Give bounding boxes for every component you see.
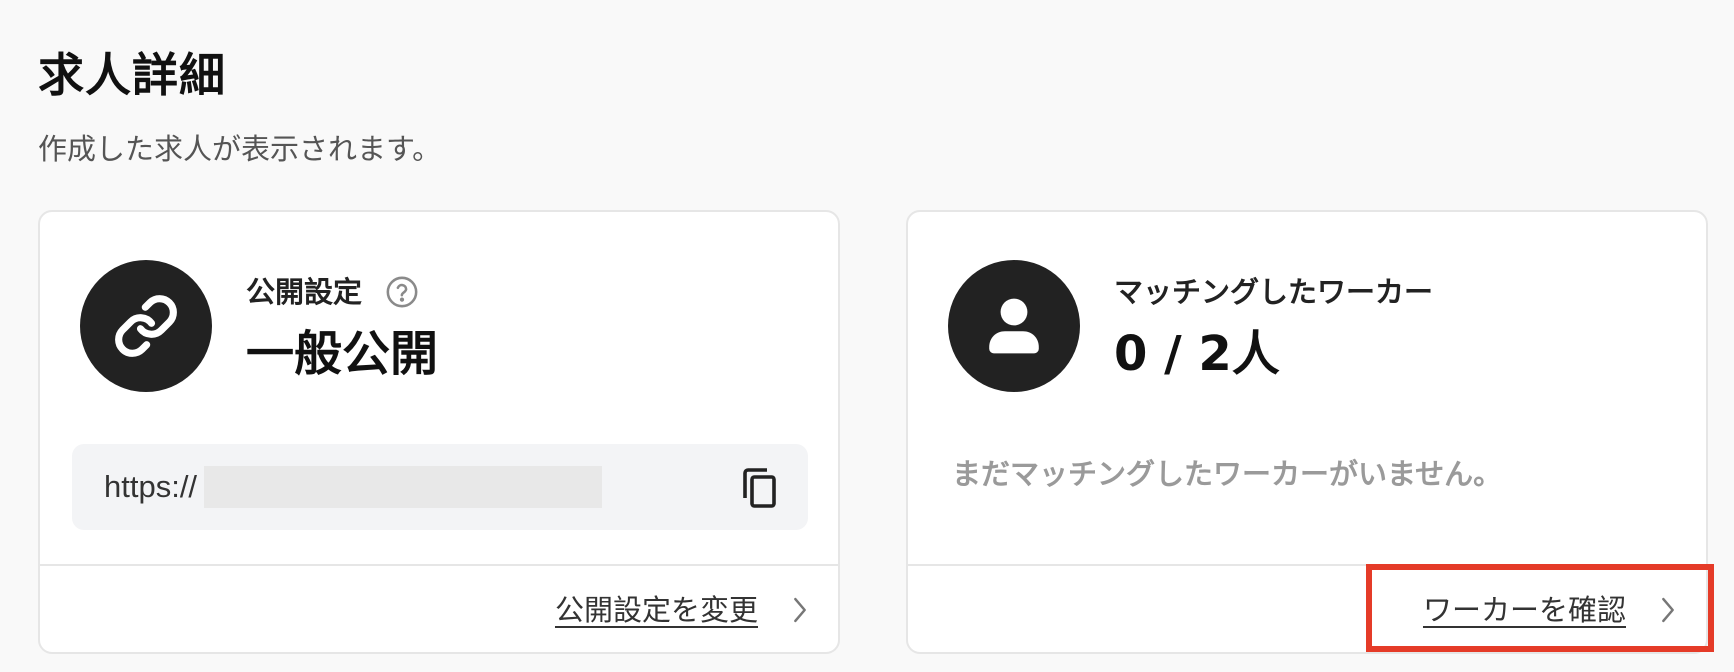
public-url-text: https://: [104, 469, 198, 504]
page-subtitle: 作成した求人が表示されます。: [38, 132, 442, 166]
matched-workers-card: マッチングしたワーカー 0 / 2人 まだマッチングしたワーカーがいません。 ワ…: [906, 210, 1708, 654]
page-title: 求人詳細: [38, 47, 226, 102]
public-url-box: https://: [72, 444, 808, 530]
publish-settings-header: 公開設定: [246, 272, 420, 312]
view-workers-link[interactable]: ワーカーを確認: [1423, 578, 1678, 642]
publish-settings-label: 公開設定: [246, 275, 363, 309]
publish-setting-value: 一般公開: [246, 326, 439, 382]
matched-workers-label: マッチングしたワーカー: [1114, 275, 1434, 309]
link-icon: [80, 260, 212, 392]
card-divider: [40, 564, 838, 566]
view-workers-label[interactable]: ワーカーを確認: [1423, 590, 1626, 630]
change-publish-settings-link[interactable]: 公開設定を変更: [555, 578, 810, 642]
help-circle-icon[interactable]: [384, 274, 420, 310]
chevron-right-icon: [790, 595, 810, 625]
matched-workers-header: マッチングしたワーカー: [1114, 272, 1433, 312]
chevron-right-icon: [1658, 595, 1678, 625]
user-icon: [948, 260, 1080, 392]
public-url-redacted: [204, 466, 602, 508]
card-divider: [908, 564, 1706, 566]
change-publish-settings-label[interactable]: 公開設定を変更: [555, 590, 758, 630]
matched-workers-count: 0 / 2人: [1114, 326, 1280, 382]
empty-state-message: まだマッチングしたワーカーがいません。: [952, 457, 1503, 491]
copy-icon[interactable]: [736, 464, 782, 512]
publish-settings-card: 公開設定 一般公開 https:// 公開設定を変更: [38, 210, 840, 654]
